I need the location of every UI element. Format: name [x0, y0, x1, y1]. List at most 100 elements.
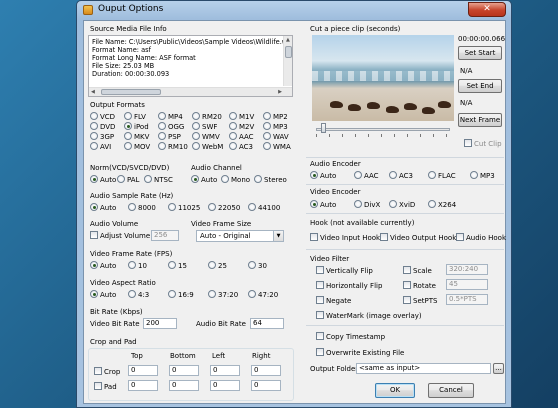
clip-slider-track[interactable] — [316, 128, 450, 131]
aenc-auto-radio[interactable]: Auto — [310, 171, 336, 181]
rate-auto-radio[interactable]: Auto — [90, 203, 116, 213]
rotate-checkbox[interactable]: Rotate — [403, 281, 436, 291]
scroll-up-icon[interactable]: ▲ — [286, 36, 290, 44]
title-bar[interactable]: Ouput Options ✕ — [77, 1, 511, 19]
format-swf-radio[interactable]: SWF — [192, 122, 217, 132]
channel-stereo-radio[interactable]: Stereo — [254, 175, 287, 185]
vertical-flip-checkbox[interactable]: Vertically Flip — [316, 266, 373, 276]
scroll-thumb[interactable] — [285, 46, 292, 58]
norm-auto-radio[interactable]: Auto — [90, 175, 116, 185]
rate-22050-radio[interactable]: 22050 — [208, 203, 240, 213]
setpts-input[interactable]: 0.5*PTS — [446, 294, 488, 305]
format-wma-radio[interactable]: WMA — [263, 142, 291, 152]
scale-checkbox[interactable]: Scale — [403, 266, 432, 276]
pad-checkbox[interactable]: Pad — [94, 382, 117, 392]
aspect-4-3-radio[interactable]: 4:3 — [128, 290, 149, 300]
rate-8000-radio[interactable]: 8000 — [128, 203, 156, 213]
aspect-auto-radio[interactable]: Auto — [90, 290, 116, 300]
channel-auto-radio[interactable]: Auto — [191, 175, 217, 185]
overwrite-checkbox[interactable]: Overwrite Existing File — [316, 348, 404, 358]
pad-top-input[interactable]: 0 — [128, 380, 158, 391]
format-dvd-radio[interactable]: DVD — [90, 122, 115, 132]
output-folder-input[interactable]: <same as input> — [356, 363, 491, 374]
format-m2v-radio[interactable]: M2V — [229, 122, 254, 132]
crop-top-input[interactable]: 0 — [128, 365, 158, 376]
fps-10-radio[interactable]: 10 — [128, 261, 147, 271]
format-ogg-radio[interactable]: OGG — [158, 122, 184, 132]
venc-x264-radio[interactable]: X264 — [428, 200, 456, 210]
copy-timestamp-checkbox[interactable]: Copy Timestamp — [316, 332, 385, 342]
aspect-16-9-radio[interactable]: 16:9 — [168, 290, 194, 300]
format-3gp-radio[interactable]: 3GP — [90, 132, 114, 142]
norm-pal-radio[interactable]: PAL — [117, 175, 139, 185]
pad-right-input[interactable]: 0 — [251, 380, 281, 391]
crop-checkbox[interactable]: Crop — [94, 367, 120, 377]
rate-44100-radio[interactable]: 44100 — [248, 203, 280, 213]
venc-auto-radio[interactable]: Auto — [310, 200, 336, 210]
pad-left-input[interactable]: 0 — [210, 380, 240, 391]
adjust-volume-checkbox[interactable]: Adjust Volume — [90, 231, 150, 241]
format-ac3-radio[interactable]: AC3 — [229, 142, 253, 152]
crop-bottom-input[interactable]: 0 — [169, 365, 199, 376]
frame-size-select[interactable]: Auto - Original ▼ — [196, 230, 284, 242]
channel-mono-radio[interactable]: Mono — [221, 175, 250, 185]
rotate-input[interactable]: 45 — [446, 279, 488, 290]
aspect-37-20-radio[interactable]: 37:20 — [208, 290, 238, 300]
format-flv-radio[interactable]: FLV — [124, 112, 146, 122]
video-bitrate-input[interactable]: 200 — [143, 318, 177, 329]
setpts-checkbox[interactable]: SetPTS — [403, 296, 437, 306]
audio-bitrate-input[interactable]: 64 — [250, 318, 284, 329]
format-avi-radio[interactable]: AVI — [90, 142, 111, 152]
aenc-aac-radio[interactable]: AAC — [354, 171, 379, 181]
set-start-button[interactable]: Set Start — [458, 46, 502, 60]
format-mp3-radio[interactable]: MP3 — [263, 122, 288, 132]
audio-hook-checkbox[interactable]: Audio Hook — [456, 233, 506, 243]
format-ipod-radio[interactable]: iPod — [124, 122, 149, 132]
format-wav-radio[interactable]: WAV — [263, 132, 289, 142]
format-rm10-radio[interactable]: RM10 — [158, 142, 188, 152]
video-input-hook-checkbox[interactable]: Video Input Hook — [310, 233, 380, 243]
negate-checkbox[interactable]: Negate — [316, 296, 351, 306]
close-button[interactable]: ✕ — [468, 2, 506, 17]
cancel-button[interactable]: Cancel — [428, 383, 474, 398]
format-m1v-radio[interactable]: M1V — [229, 112, 254, 122]
set-end-button[interactable]: Set End — [458, 79, 502, 93]
browse-folder-button[interactable]: ... — [493, 363, 504, 374]
fps-30-radio[interactable]: 30 — [248, 261, 267, 271]
fps-15-radio[interactable]: 15 — [168, 261, 187, 271]
format-wmv-radio[interactable]: WMV — [192, 132, 220, 142]
aenc-mp3-radio[interactable]: MP3 — [470, 171, 495, 181]
source-info-textbox[interactable]: File Name: C:\Users\Public\Videos\Sample… — [88, 35, 293, 97]
cut-clip-checkbox[interactable]: Cut Clip — [464, 139, 502, 149]
format-mp4-radio[interactable]: MP4 — [158, 112, 183, 122]
format-aac-radio[interactable]: AAC — [229, 132, 254, 142]
fps-25-radio[interactable]: 25 — [208, 261, 227, 271]
norm-ntsc-radio[interactable]: NTSC — [144, 175, 173, 185]
scale-input[interactable]: 320:240 — [446, 264, 488, 275]
scroll-left-icon[interactable]: ◀ — [91, 88, 95, 96]
format-mkv-radio[interactable]: MKV — [124, 132, 149, 142]
crop-left-input[interactable]: 0 — [210, 365, 240, 376]
format-psp-radio[interactable]: PSP — [158, 132, 181, 142]
crop-right-input[interactable]: 0 — [251, 365, 281, 376]
aenc-flac-radio[interactable]: FLAC — [428, 171, 456, 181]
video-output-hook-checkbox[interactable]: Video Output Hook — [380, 233, 456, 243]
scroll-thumb[interactable] — [101, 89, 161, 95]
ok-button[interactable]: OK — [375, 383, 415, 398]
pad-bottom-input[interactable]: 0 — [169, 380, 199, 391]
venc-xvid-radio[interactable]: XviD — [389, 200, 415, 210]
volume-input[interactable]: 256 — [151, 230, 179, 241]
format-mp2-radio[interactable]: MP2 — [263, 112, 288, 122]
format-vcd-radio[interactable]: VCD — [90, 112, 115, 122]
watermark-checkbox[interactable]: WaterMark (image overlay) — [316, 311, 422, 321]
vertical-scrollbar[interactable]: ▲ — [283, 36, 292, 86]
format-rm20-radio[interactable]: RM20 — [192, 112, 222, 122]
rate-11025-radio[interactable]: 11025 — [168, 203, 200, 213]
aenc-ac3-radio[interactable]: AC3 — [389, 171, 413, 181]
aspect-47-20-radio[interactable]: 47:20 — [248, 290, 278, 300]
scroll-right-icon[interactable]: ▶ — [278, 88, 282, 96]
horizontal-scrollbar[interactable]: ◀ ▶ — [89, 87, 292, 96]
next-frame-button[interactable]: Next Frame — [458, 113, 502, 127]
venc-divx-radio[interactable]: DivX — [354, 200, 380, 210]
clip-slider-thumb[interactable] — [321, 123, 326, 133]
